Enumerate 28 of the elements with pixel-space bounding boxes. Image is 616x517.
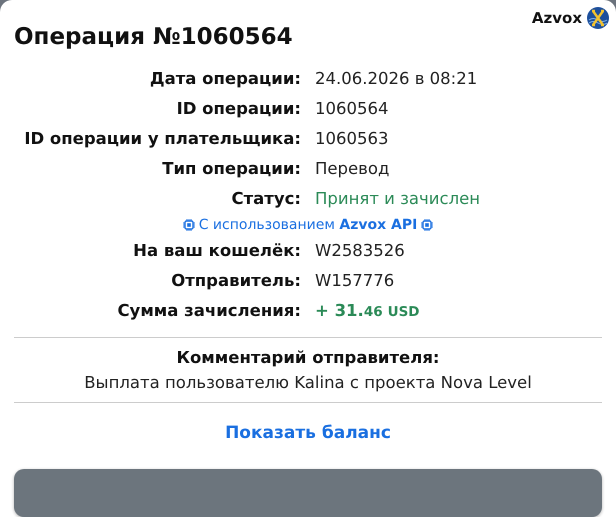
amount-fraction: 46 bbox=[364, 303, 383, 322]
detail-label: ID операции: bbox=[176, 98, 301, 120]
amount-value: + 31. bbox=[315, 300, 364, 322]
chip-icon bbox=[182, 219, 195, 232]
detail-label: ID операции у плательщика: bbox=[23, 128, 301, 150]
api-note: С использованием Azvox API bbox=[198, 217, 418, 234]
detail-label: Тип операции: bbox=[161, 158, 301, 180]
show-balance-link[interactable]: Показать баланс bbox=[225, 423, 391, 444]
chip-icon bbox=[421, 219, 434, 232]
detail-label: Отправитель: bbox=[170, 270, 301, 292]
detail-value: 1060564 bbox=[315, 98, 390, 120]
detail-value: W157776 bbox=[315, 270, 396, 292]
brand-name: Azvox bbox=[532, 9, 582, 27]
detail-label: Сумма зачисления: bbox=[116, 300, 301, 322]
detail-label: Статус: bbox=[230, 188, 301, 210]
comment-text: Выплата пользователю Kalina с проекта Nova Level bbox=[83, 373, 533, 392]
detail-label: На ваш кошелёк: bbox=[132, 240, 301, 262]
status-value: Принят и зачислен bbox=[315, 188, 482, 210]
operation-title: Операция №1060564 bbox=[14, 24, 294, 50]
detail-value: 1060563 bbox=[315, 128, 390, 150]
logo-icon bbox=[586, 6, 610, 30]
detail-value: Перевод bbox=[315, 158, 390, 180]
action-button[interactable] bbox=[14, 469, 602, 517]
detail-value: 24.06.2026 в 08:21 bbox=[315, 68, 478, 90]
currency-label: USD bbox=[388, 303, 420, 322]
detail-value: W2583526 bbox=[315, 240, 406, 262]
detail-label: Дата операции: bbox=[148, 68, 301, 90]
comment-title: Комментарий отправителя: bbox=[175, 348, 441, 368]
